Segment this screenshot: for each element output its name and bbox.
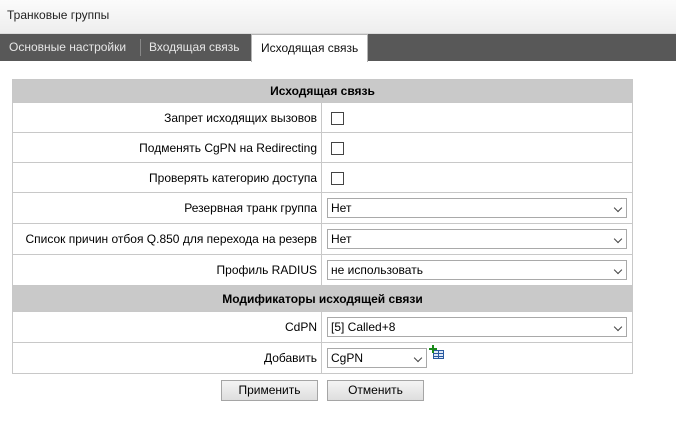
table-row: Добавить CgPN bbox=[12, 342, 633, 374]
reserve-group-label: Резервная транк группа bbox=[12, 192, 322, 224]
cdpn-select[interactable]: [5] Called+8 bbox=[327, 317, 627, 337]
tab-incoming[interactable]: Входящая связь bbox=[140, 34, 249, 61]
modifiers-section-header: Модификаторы исходящей связи bbox=[12, 285, 633, 312]
cdpn-label: CdPN bbox=[12, 311, 322, 343]
window-title: Транковые группы bbox=[7, 8, 110, 22]
table-row: Запрет исходящих вызовов bbox=[12, 102, 633, 133]
check-category-checkbox[interactable] bbox=[331, 171, 344, 185]
apply-button[interactable]: Применить bbox=[221, 380, 318, 401]
cancel-button[interactable]: Отменить bbox=[327, 380, 424, 401]
add-modifier-value: CgPN bbox=[331, 351, 364, 365]
chevron-down-icon bbox=[613, 234, 623, 244]
tab-outgoing[interactable]: Исходящая связь bbox=[251, 34, 369, 62]
radius-profile-label: Профиль RADIUS bbox=[12, 254, 322, 286]
outgoing-settings-table: Исходящая связь Запрет исходящих вызовов… bbox=[12, 79, 633, 374]
q850-causes-value: Нет bbox=[331, 232, 352, 246]
chevron-down-icon bbox=[613, 265, 623, 275]
table-row: Профиль RADIUS не использовать bbox=[12, 254, 633, 286]
tab-basic-settings[interactable]: Основные настройки bbox=[0, 34, 135, 61]
table-row: Проверять категорию доступа bbox=[12, 162, 633, 193]
chevron-down-icon bbox=[413, 353, 423, 363]
radius-profile-select[interactable]: не использовать bbox=[327, 260, 627, 280]
reserve-group-select[interactable]: Нет bbox=[327, 198, 627, 218]
replace-cgpn-checkbox[interactable] bbox=[331, 141, 344, 155]
q850-causes-select[interactable]: Нет bbox=[327, 229, 627, 249]
radius-profile-value: не использовать bbox=[331, 263, 423, 277]
add-modifier-select[interactable]: CgPN bbox=[327, 348, 427, 368]
add-row-icon[interactable] bbox=[429, 345, 445, 361]
outgoing-section-header: Исходящая связь bbox=[12, 79, 633, 103]
table-row: Резервная транк группа Нет bbox=[12, 192, 633, 224]
replace-cgpn-label: Подменять CgPN на Redirecting bbox=[12, 132, 322, 163]
bar-calls-label: Запрет исходящих вызовов bbox=[12, 102, 322, 133]
q850-causes-label: Список причин отбоя Q.850 для перехода н… bbox=[12, 223, 322, 255]
reserve-group-value: Нет bbox=[331, 201, 352, 215]
add-label: Добавить bbox=[12, 342, 322, 374]
table-row: Список причин отбоя Q.850 для перехода н… bbox=[12, 223, 633, 255]
chevron-down-icon bbox=[613, 322, 623, 332]
check-category-label: Проверять категорию доступа bbox=[12, 162, 322, 193]
cdpn-value: [5] Called+8 bbox=[331, 320, 396, 334]
tab-bar: Основные настройки Входящая связь Исходя… bbox=[0, 34, 676, 62]
table-row: CdPN [5] Called+8 bbox=[12, 311, 633, 343]
bar-calls-checkbox[interactable] bbox=[331, 111, 344, 125]
window-title-bar: Транковые группы bbox=[0, 0, 676, 34]
table-row: Подменять CgPN на Redirecting bbox=[12, 132, 633, 163]
chevron-down-icon bbox=[613, 203, 623, 213]
